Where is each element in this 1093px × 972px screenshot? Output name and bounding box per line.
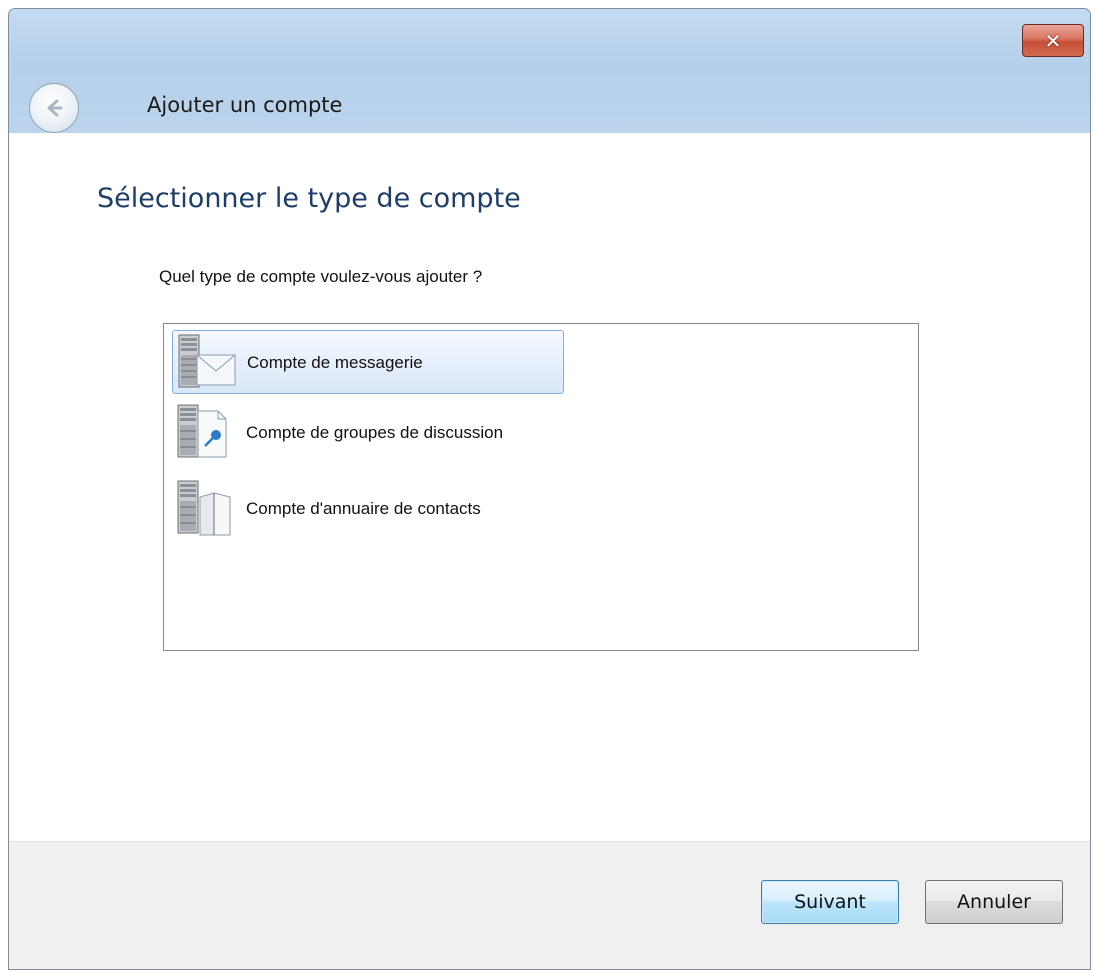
add-account-dialog: ✕ Ajouter un compte Sélectionner le type… <box>8 8 1091 970</box>
mail-server-icon <box>178 334 236 388</box>
list-item-newsgroup-account[interactable]: Compte de groupes de discussion <box>172 400 564 464</box>
close-icon: ✕ <box>1044 28 1062 53</box>
cancel-button[interactable]: Annuler <box>925 880 1063 924</box>
directory-server-icon <box>177 480 231 536</box>
list-item-email-account[interactable]: Compte de messagerie <box>172 330 564 394</box>
list-item-label: Compte de messagerie <box>247 352 423 372</box>
window-title: Ajouter un compte <box>147 93 343 117</box>
back-arrow-icon <box>47 99 63 117</box>
account-type-list[interactable]: Compte de messagerie Compte de groupes d… <box>163 323 919 651</box>
content-area: Sélectionner le type de compte Quel type… <box>9 133 1090 841</box>
list-item-directory-account[interactable]: Compte d'annuaire de contacts <box>172 476 564 540</box>
list-item-label: Compte d'annuaire de contacts <box>246 498 481 518</box>
question-label: Quel type de compte voulez-vous ajouter … <box>159 267 483 286</box>
button-bar: Suivant Annuler <box>9 841 1090 969</box>
page-title: Sélectionner le type de compte <box>97 183 521 214</box>
back-button[interactable] <box>29 83 79 133</box>
list-item-label: Compte de groupes de discussion <box>246 422 504 442</box>
close-button[interactable]: ✕ <box>1022 24 1084 57</box>
news-server-icon <box>177 404 227 458</box>
next-button[interactable]: Suivant <box>761 880 899 924</box>
title-bar: ✕ Ajouter un compte <box>9 9 1090 133</box>
